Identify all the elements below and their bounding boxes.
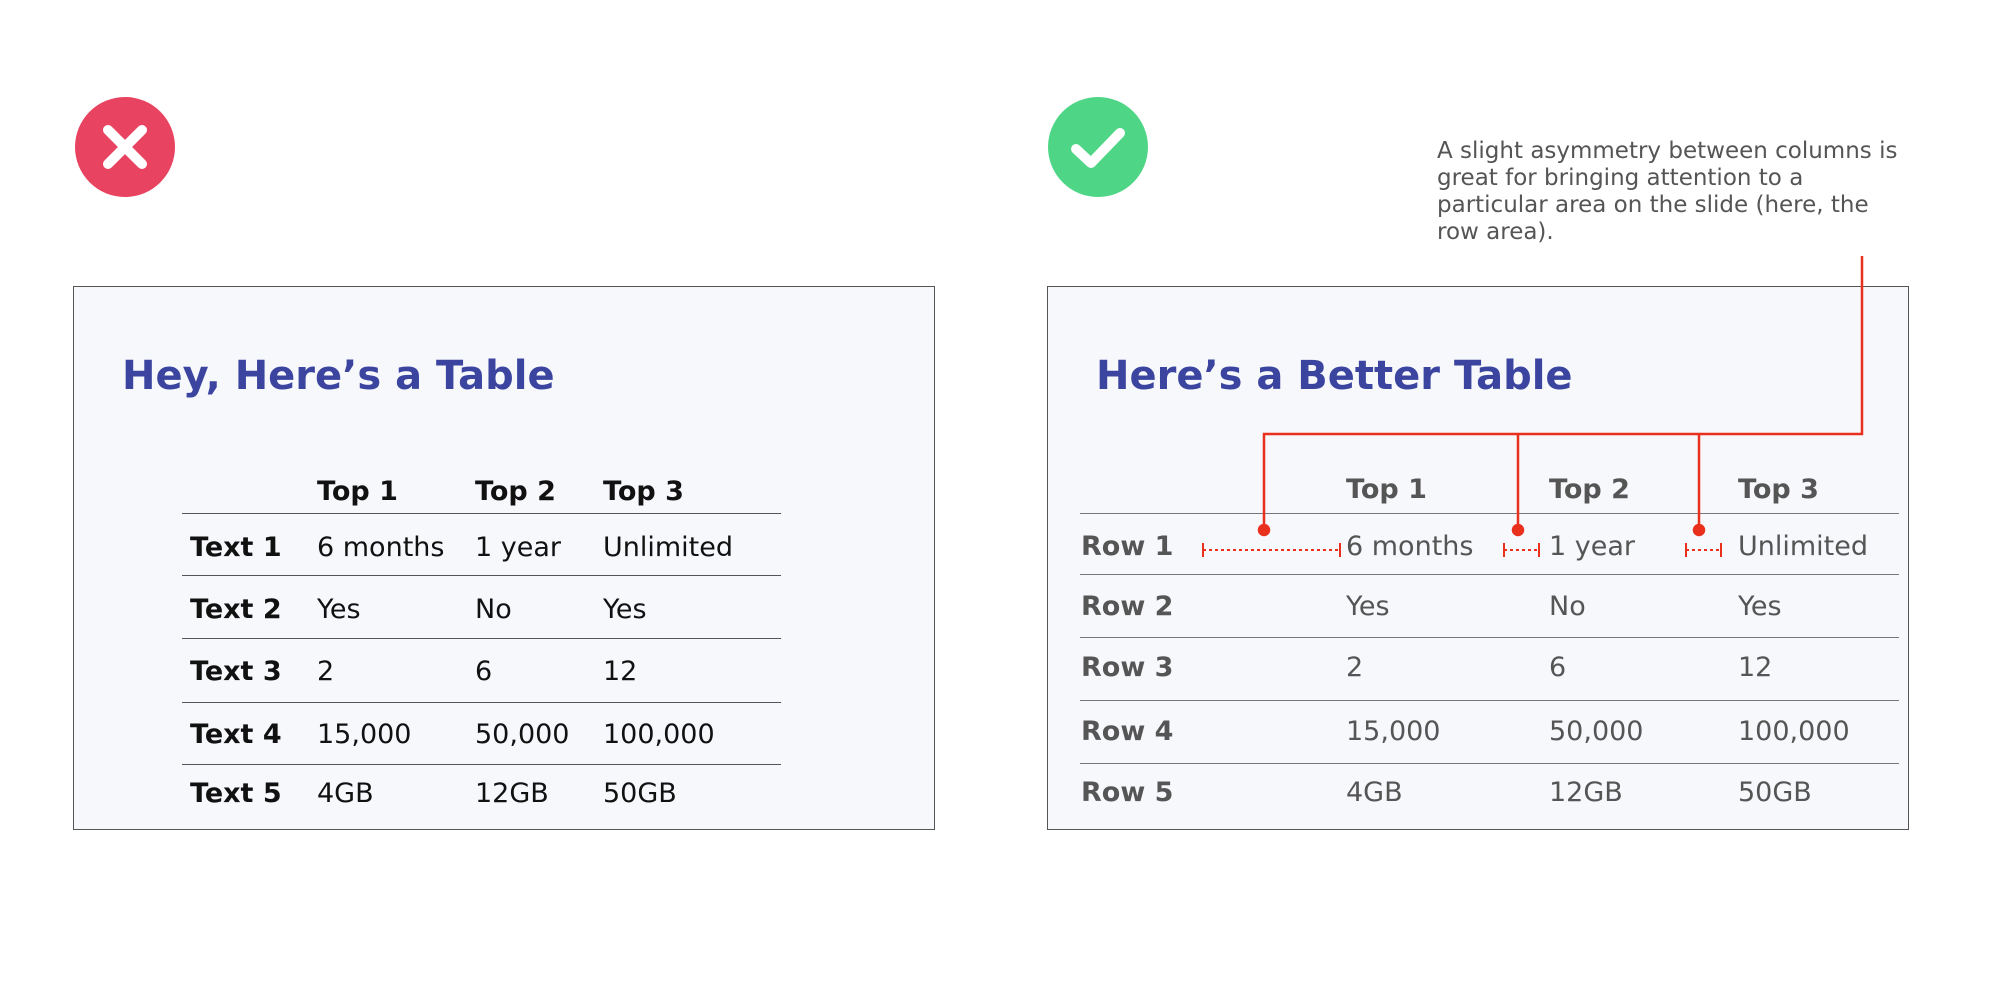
good-table-slide: Here’s a Better Table Top 1 Top 2 Top 3 Row… — [1047, 286, 1909, 830]
table-cell: 12GB — [1549, 777, 1623, 808]
row-divider — [182, 702, 781, 703]
close-icon — [75, 97, 175, 197]
table-cell: 50GB — [1738, 777, 1812, 808]
table-cell: Yes — [1738, 591, 1782, 622]
table-cell: 4GB — [1346, 777, 1403, 808]
row-divider — [182, 575, 781, 576]
table-cell: No — [1549, 591, 1586, 622]
checkmark-icon — [1048, 97, 1148, 197]
column-header: Top 1 — [1346, 474, 1427, 505]
bad-example-badge — [75, 97, 175, 197]
row-label: Text 1 — [190, 532, 282, 563]
row-label: Text 5 — [190, 778, 282, 809]
table-cell: Unlimited — [1738, 531, 1869, 562]
row-label: Text 2 — [190, 594, 282, 625]
column-header: Top 2 — [475, 476, 556, 507]
row-divider — [182, 764, 781, 765]
table-cell: Yes — [317, 594, 361, 625]
table-cell: 15,000 — [1346, 716, 1441, 747]
table-cell: 6 months — [317, 532, 445, 563]
header-divider — [1080, 513, 1899, 514]
column-header: Top 1 — [317, 476, 398, 507]
row-divider — [1080, 763, 1899, 764]
table-cell: Yes — [1346, 591, 1390, 622]
table-cell: 50,000 — [1549, 716, 1644, 747]
table-cell: Unlimited — [603, 532, 734, 563]
table-cell: 50GB — [603, 778, 677, 809]
table-cell: 12 — [1738, 652, 1773, 683]
row-label: Row 4 — [1081, 716, 1174, 747]
row-label: Text 4 — [190, 719, 282, 750]
table-cell: 6 — [1549, 652, 1567, 683]
row-divider — [182, 638, 781, 639]
column-header: Top 3 — [1738, 474, 1819, 505]
row-label: Row 2 — [1081, 591, 1174, 622]
bad-table-slide: Hey, Here’s a Table Top 1 Top 2 Top 3 Text … — [73, 286, 935, 830]
bad-slide-title: Hey, Here’s a Table — [122, 353, 555, 399]
table-cell: 2 — [317, 656, 335, 687]
table-cell: 2 — [1346, 652, 1364, 683]
column-header: Top 2 — [1549, 474, 1630, 505]
table-cell: 1 year — [475, 532, 561, 563]
table-cell: 1 year — [1549, 531, 1635, 562]
good-example-badge — [1048, 97, 1148, 197]
column-header: Top 3 — [603, 476, 684, 507]
table-cell: No — [475, 594, 512, 625]
table-cell: 100,000 — [603, 719, 715, 750]
table-cell: 100,000 — [1738, 716, 1850, 747]
row-divider — [1080, 637, 1899, 638]
table-cell: 12 — [603, 656, 638, 687]
good-slide-title: Here’s a Better Table — [1096, 353, 1573, 399]
table-cell: Yes — [603, 594, 647, 625]
row-label: Row 5 — [1081, 777, 1174, 808]
table-cell: 15,000 — [317, 719, 412, 750]
header-divider — [182, 513, 781, 514]
table-cell: 6 months — [1346, 531, 1474, 562]
row-label: Text 3 — [190, 656, 282, 687]
table-cell: 12GB — [475, 778, 549, 809]
row-divider — [1080, 700, 1899, 701]
table-cell: 6 — [475, 656, 493, 687]
table-cell: 4GB — [317, 778, 374, 809]
annotation-note: A slight asymmetry between columns is gr… — [1437, 138, 1898, 245]
row-divider — [1080, 574, 1899, 575]
row-label: Row 1 — [1081, 531, 1174, 562]
table-cell: 50,000 — [475, 719, 570, 750]
row-label: Row 3 — [1081, 652, 1174, 683]
